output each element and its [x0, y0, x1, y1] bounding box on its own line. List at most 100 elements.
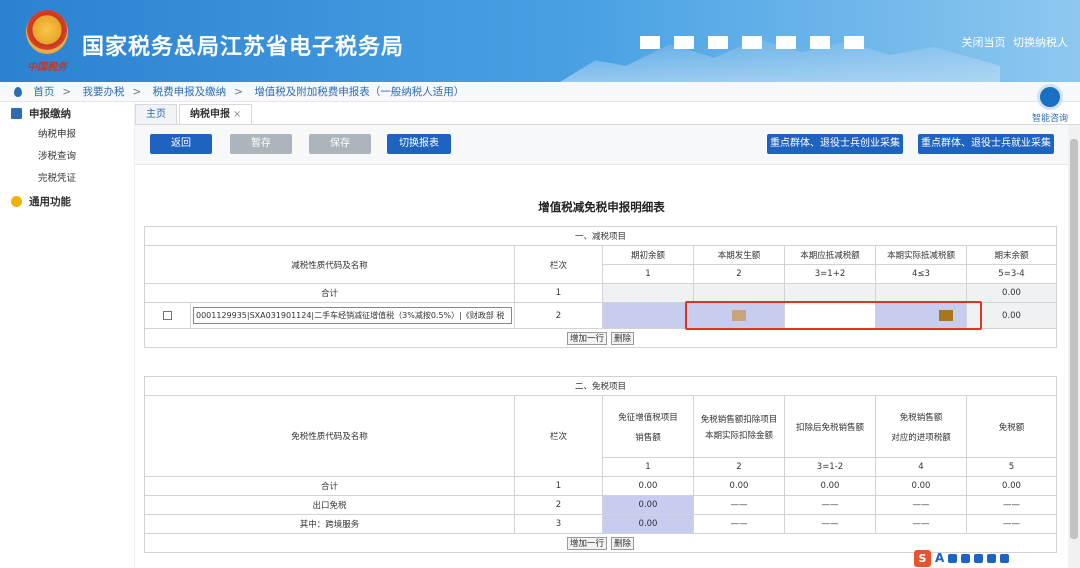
value-cell: ——	[875, 495, 967, 515]
exemption-col-name: 免税性质代码及名称	[144, 395, 515, 477]
actual-deduction-input[interactable]	[875, 302, 967, 329]
value-cell: ——	[693, 514, 785, 534]
scrollbar-thumb[interactable]	[1070, 139, 1078, 539]
collect-entrepreneur-button[interactable]: 重点群体、退役士兵创业采集	[767, 134, 903, 154]
row-line: 2	[514, 302, 603, 329]
collect-employment-button[interactable]: 重点群体、退役士兵就业采集	[918, 134, 1054, 154]
formula-cell: 4	[875, 457, 967, 477]
value-cell: ——	[693, 495, 785, 515]
formula-cell: 5=3-4	[965, 264, 1058, 284]
formula-cell: 1	[602, 264, 694, 284]
skin-icon[interactable]	[974, 553, 984, 563]
row-line: 3	[514, 514, 603, 534]
smart-consult-label: 智能咨询	[1031, 114, 1068, 124]
settings-icon[interactable]	[1000, 553, 1010, 563]
breadcrumb-home[interactable]: 首页	[33, 86, 54, 98]
reduction-code-cell: 0001129935|SXA031901124|二手车经销减征增值税（3%减按0…	[190, 302, 515, 329]
reduction-table: 一、减税项目 减税性质代码及名称 栏次 期初余额 本期发生额 本期应抵减税额 本…	[143, 226, 1058, 348]
value-cell: ——	[784, 495, 876, 515]
cross-border-sales-input[interactable]: 0.00	[602, 514, 694, 534]
save-button[interactable]: 保存	[309, 134, 371, 154]
sidebar-item-tax-declaration[interactable]: 纳税申报	[0, 124, 134, 146]
add-row-button[interactable]: 增加一行	[566, 331, 607, 345]
header-exempt-tax: 免税额	[965, 395, 1058, 458]
redacted-user-info	[640, 36, 864, 49]
exemption-section-title: 二、免税项目	[143, 376, 1058, 396]
row-line: 2	[514, 495, 603, 515]
sidebar-item-tax-query[interactable]: 涉税查询	[0, 146, 134, 168]
emblem-caption: 中国税务	[27, 62, 67, 73]
delete-row-button[interactable]: 删除	[611, 331, 635, 345]
scrollbar[interactable]	[1068, 125, 1080, 568]
ime-toolbar: S A	[914, 549, 1010, 567]
site-header: 中国税务 国家税务总局江苏省电子税务局 关闭当页 切换纳税人	[0, 0, 1080, 82]
row-checkbox[interactable]	[163, 310, 172, 320]
value-cell: 0.00	[875, 476, 967, 496]
tab-tax-declaration[interactable]: 纳税申报 ×	[179, 104, 253, 124]
current-amount-input[interactable]	[693, 302, 785, 329]
tab-home[interactable]: 主页	[135, 104, 177, 124]
header-current-amount: 本期发生额	[693, 245, 785, 265]
formula-cell: 2	[693, 264, 785, 284]
close-page-link[interactable]: 关闭当页	[962, 36, 1006, 49]
delete-row-button[interactable]: 删除	[611, 536, 635, 550]
opening-balance-input[interactable]	[602, 302, 694, 329]
value-cell	[693, 283, 785, 303]
row-name: 出口免税	[144, 495, 515, 515]
close-icon[interactable]: ×	[233, 109, 241, 120]
back-button[interactable]: 返回	[150, 134, 212, 154]
reduction-col-name: 减税性质代码及名称	[144, 245, 515, 284]
sidebar-group-common[interactable]: 通用功能	[0, 190, 134, 212]
value-cell: ——	[875, 514, 967, 534]
redacted-value	[732, 310, 746, 321]
sidebar-group-label: 申报缴纳	[29, 107, 71, 120]
sidebar-group-declare-pay[interactable]: 申报缴纳	[0, 102, 134, 124]
ime-mode-icon[interactable]: A	[935, 551, 944, 565]
header-input-tax: 免税销售额 对应的进项税额	[875, 395, 967, 458]
reduction-row-actions: 增加一行 删除	[143, 328, 1058, 348]
keyboard-icon[interactable]	[961, 553, 971, 563]
temp-save-button[interactable]: 暂存	[230, 134, 292, 154]
row-select-cell	[144, 302, 191, 329]
switch-taxpayer-link[interactable]: 切换纳税人	[1013, 36, 1068, 49]
formula-cell: 1	[602, 457, 694, 477]
formula-cell: 4≤3	[875, 264, 967, 284]
value-cell: ——	[965, 514, 1058, 534]
smart-consult-button[interactable]: 智能咨询	[1027, 84, 1073, 124]
breadcrumb: 首页 > 我要办税 > 税费申报及缴纳 > 增值税及附加税费申报表（一般纳税人适用）	[0, 82, 1080, 102]
form-area: 增值税减免税申报明细表 一、减税项目 减税性质代码及名称 栏次 期初余额 本期发…	[135, 166, 1068, 568]
redacted-value	[939, 310, 953, 321]
value-cell: ——	[965, 495, 1058, 515]
reduction-code-select[interactable]: 0001129935|SXA031901124|二手车经销减征增值税（3%减按0…	[193, 307, 512, 324]
exemption-table: 二、免税项目 免税性质代码及名称 栏次 免征增值税项目 销售额 免税销售额扣除项目…	[143, 376, 1058, 553]
sidebar-item-tax-certificate[interactable]: 完税凭证	[0, 168, 134, 190]
export-exempt-sales-input[interactable]: 0.00	[602, 495, 694, 515]
tax-emblem-logo	[26, 10, 68, 54]
header-deduction-amount: 免税销售额扣除项目 本期实际扣除金额	[693, 395, 785, 458]
header-actual-deduction: 本期实际抵减税额	[875, 245, 967, 265]
toolbox-icon[interactable]	[987, 553, 997, 563]
tab-label: 主页	[146, 109, 166, 120]
value-cell: 0.00	[965, 476, 1058, 496]
microphone-icon[interactable]	[948, 553, 958, 563]
breadcrumb-declaration[interactable]: 税费申报及缴纳	[153, 86, 227, 98]
value-cell: 0.00	[602, 476, 694, 496]
value-cell	[784, 283, 876, 303]
header-deductible-tax: 本期应抵减税额	[784, 245, 876, 265]
value-cell: 0.00	[784, 476, 876, 496]
table-row: 合计 1 0.00	[144, 283, 1058, 303]
sidebar: 申报缴纳 纳税申报 涉税查询 完税凭证 通用功能	[0, 102, 135, 568]
switch-form-button[interactable]: 切换报表	[387, 134, 451, 154]
grid-icon	[11, 107, 22, 119]
breadcrumb-tax-handling[interactable]: 我要办税	[83, 86, 125, 98]
value-cell	[875, 283, 967, 303]
tab-label: 纳税申报	[190, 109, 230, 120]
headset-icon	[1037, 84, 1063, 110]
sogou-ime-icon[interactable]: S	[914, 549, 931, 567]
value-cell: 0.00	[693, 476, 785, 496]
header-links: 关闭当页 切换纳税人	[958, 34, 1069, 50]
add-row-button[interactable]: 增加一行	[566, 536, 607, 550]
value-cell: ——	[784, 514, 876, 534]
value-cell: 0.00	[965, 302, 1058, 329]
row-name: 其中：跨境服务	[144, 514, 515, 534]
